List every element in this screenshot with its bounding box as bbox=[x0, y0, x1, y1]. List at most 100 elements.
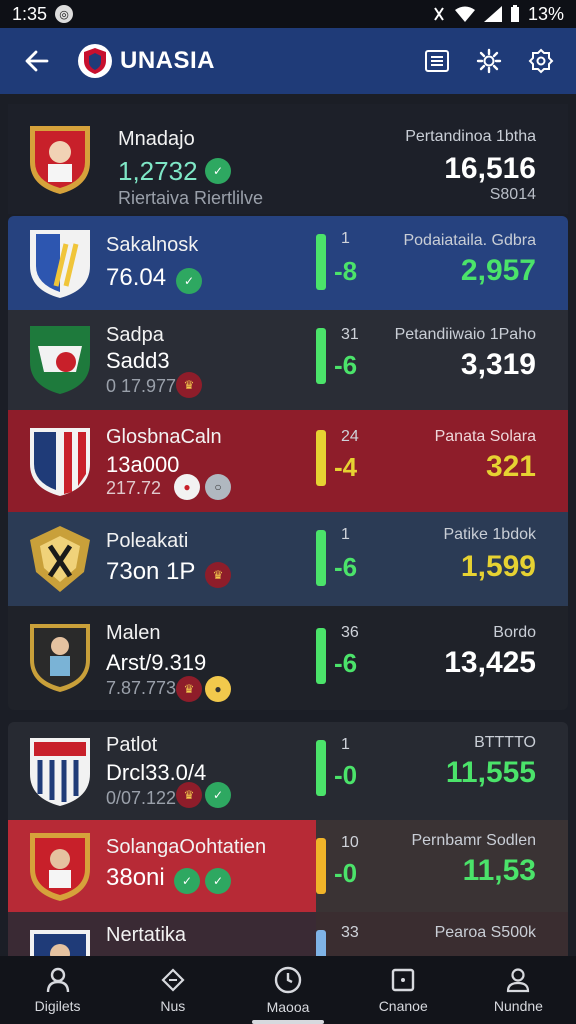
app-bar: UNASIA bbox=[0, 28, 576, 94]
nav-item-nus[interactable]: Nus bbox=[115, 956, 230, 1024]
arrow-left-icon bbox=[25, 50, 49, 72]
team-crest-icon bbox=[30, 526, 90, 592]
trend-bar bbox=[316, 930, 326, 956]
list-item[interactable]: Sadpa Sadd3 0 17.977 ♛ 31 -6 Petandiiwai… bbox=[8, 310, 568, 410]
team-value: 1,2732 bbox=[118, 156, 198, 186]
options-button[interactable] bbox=[522, 42, 560, 80]
status-check-icon: ✓ bbox=[176, 268, 202, 294]
nav-item-digilets[interactable]: Digilets bbox=[0, 956, 115, 1024]
list-item[interactable]: SolangaOohtatien 38oni ✓ ✓ 10 -0 Pernbam… bbox=[8, 820, 568, 912]
stat-value: 321 bbox=[485, 450, 536, 483]
team-value: 13a000 bbox=[106, 452, 180, 477]
rank-delta: -6 bbox=[334, 552, 358, 582]
medal-icon: ○ bbox=[205, 474, 231, 500]
rank-delta: -0 bbox=[334, 858, 358, 888]
team-crest-icon bbox=[30, 126, 90, 194]
app-title: UNASIA bbox=[120, 47, 216, 74]
rank-delta: -4 bbox=[334, 452, 358, 482]
cog-icon bbox=[528, 48, 554, 74]
trend-bar bbox=[316, 430, 326, 486]
nav-label: Maooa bbox=[266, 999, 310, 1015]
list-button[interactable] bbox=[418, 42, 456, 80]
rank-value: 33 bbox=[341, 924, 359, 941]
stat-value: 2,957 bbox=[460, 254, 536, 287]
status-check-icon: ✓ bbox=[205, 158, 231, 184]
team-value: Arst/9.319 bbox=[106, 650, 207, 675]
team-value: Sadd3 bbox=[106, 348, 170, 373]
rank-value: 31 bbox=[341, 326, 359, 343]
stat-label: Podaiataila. Gdbra bbox=[403, 232, 536, 249]
stat-label: Pertandinoa 1btha bbox=[405, 128, 536, 145]
team-name: Sakalnosk bbox=[106, 234, 199, 256]
status-check-icon: ✓ bbox=[205, 782, 231, 808]
nav-item-nundne[interactable]: Nundne bbox=[461, 956, 576, 1024]
nav-label: Nus bbox=[160, 998, 186, 1014]
list-item[interactable]: Poleakati 73on 1P ♛ 1 -6 Patike 1bdok 1,… bbox=[8, 512, 568, 606]
news-icon bbox=[161, 968, 185, 992]
team-name: SolangaOohtatien bbox=[106, 836, 267, 858]
list-item[interactable]: Patlot Drcl33.0/4 0/07.122 ♛ ✓ 1 -0 BTTT… bbox=[8, 722, 568, 820]
stat-value: 1,599 bbox=[460, 550, 536, 583]
trend-bar bbox=[316, 740, 326, 796]
rank-delta: -6 bbox=[334, 648, 358, 678]
team-sub: Riertaiva Riertlilve bbox=[118, 188, 264, 208]
crest-badge-icon: ♛ bbox=[176, 782, 202, 808]
person-pin-icon bbox=[46, 967, 69, 993]
team-name: Malen bbox=[106, 622, 161, 644]
wifi-icon bbox=[454, 6, 475, 22]
trend-bar bbox=[316, 328, 326, 384]
rank-value: 1 bbox=[341, 736, 350, 753]
stat-label: Petandiiwaio 1Paho bbox=[394, 326, 536, 343]
stat-value: 11,53 bbox=[462, 854, 536, 887]
list-item[interactable]: Mnadajo 1,2732 ✓ Riertaiva Riertlilve Pe… bbox=[8, 104, 568, 214]
stat-sub: S8014 bbox=[489, 186, 536, 203]
nav-item-cnanoe[interactable]: Cnanoe bbox=[346, 956, 461, 1024]
stat-value: 11,555 bbox=[445, 756, 536, 789]
team-sub: 0/07.122 bbox=[106, 788, 177, 808]
team-crest-icon bbox=[30, 624, 90, 692]
team-name: Mnadajo bbox=[118, 128, 195, 150]
team-crest-icon bbox=[30, 930, 90, 956]
nav-item-maooa[interactable]: Maooa bbox=[230, 956, 345, 1024]
list-item[interactable]: Sakalnosk 76.04 ✓ 1 -8 Podaiataila. Gdbr… bbox=[8, 216, 568, 310]
rank-value: 1 bbox=[341, 230, 350, 247]
rank-delta: -6 bbox=[334, 350, 358, 380]
bottom-nav: Digilets Nus Maooa Cnanoe Nundne bbox=[0, 956, 576, 1024]
team-value: 76.04 bbox=[106, 264, 167, 291]
rank-value: 36 bbox=[341, 624, 359, 641]
profile-icon bbox=[507, 968, 530, 993]
team-crest-icon bbox=[30, 833, 90, 901]
team-name: Poleakati bbox=[106, 530, 189, 552]
nav-label: Digilets bbox=[34, 998, 81, 1014]
team-sub: 7.87.773 bbox=[106, 678, 177, 698]
settings-button[interactable] bbox=[470, 42, 508, 80]
coin-icon: ● bbox=[205, 676, 231, 702]
trend-bar bbox=[316, 628, 326, 684]
team-sub: 217.72 bbox=[106, 478, 162, 498]
team-crest-icon bbox=[30, 428, 90, 496]
status-time: 1:35 bbox=[12, 3, 48, 24]
stat-label: BTTTTO bbox=[474, 734, 536, 751]
nav-label: Cnanoe bbox=[378, 998, 428, 1014]
list-item[interactable]: Malen Arst/9.319 7.87.773 ♛ ● 36 -6 Bord… bbox=[8, 606, 568, 710]
stat-value: 3,319 bbox=[460, 348, 536, 381]
status-check-icon: ✓ bbox=[205, 868, 231, 894]
list-item[interactable]: Nertatika 33 Pearoa S500k bbox=[8, 912, 568, 956]
crest-badge-icon: ● bbox=[174, 474, 200, 500]
team-crest-icon bbox=[30, 738, 90, 806]
back-button[interactable] bbox=[16, 41, 56, 81]
status-bar: 1:35 ◎ 13% bbox=[0, 0, 576, 28]
status-check-icon: ✓ bbox=[174, 868, 200, 894]
team-crest-icon bbox=[30, 326, 90, 394]
team-sub: 0 17.977 bbox=[106, 376, 177, 396]
stat-label: Pernbamr Sodlen bbox=[411, 832, 536, 849]
list-item[interactable]: GlosbnaCaln 13a000 217.72 ● ○ 24 -4 Pana… bbox=[8, 410, 568, 512]
stat-label: Panata Solara bbox=[434, 428, 536, 445]
team-value: 73on 1P bbox=[106, 558, 196, 585]
status-battery: 13% bbox=[527, 3, 564, 24]
team-crest-icon bbox=[30, 230, 90, 298]
nav-label: Nundne bbox=[493, 998, 543, 1014]
gear-icon bbox=[476, 48, 502, 74]
stat-value: 16,516 bbox=[444, 152, 536, 185]
app-logo bbox=[78, 44, 112, 78]
